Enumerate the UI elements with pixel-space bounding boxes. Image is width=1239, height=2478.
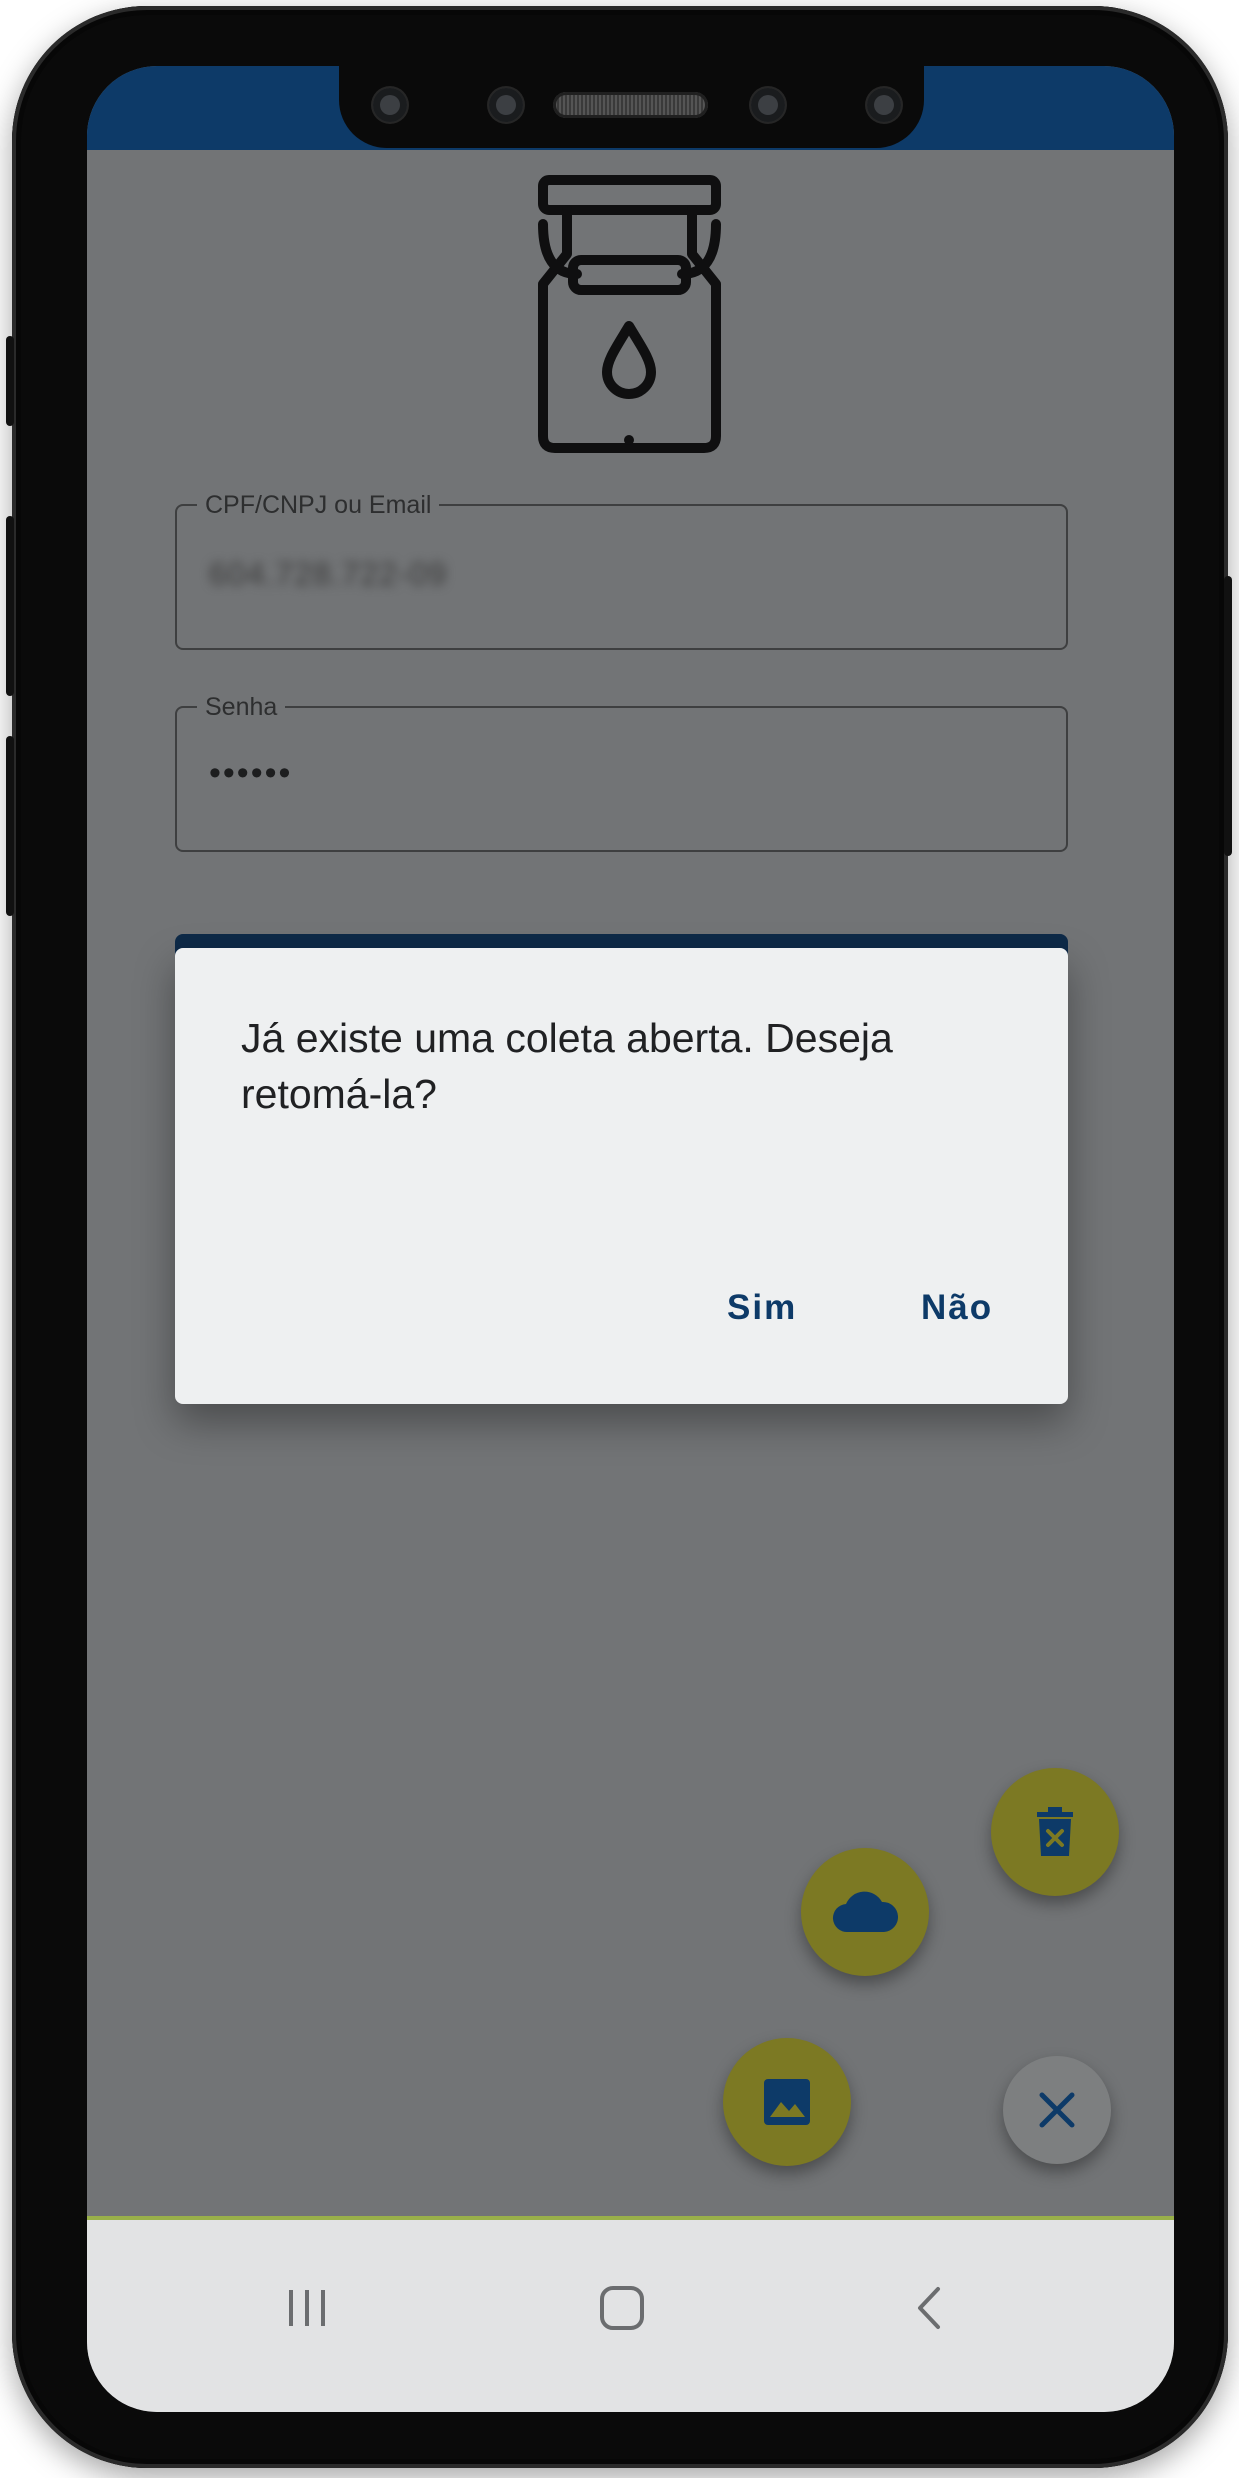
resume-collection-dialog: Já existe uma coleta aberta. Deseja reto…: [175, 948, 1068, 1404]
yes-button[interactable]: Sim: [727, 1288, 797, 1328]
cpf-email-label: CPF/CNPJ ou Email: [197, 490, 440, 520]
password-value: ••••••: [209, 754, 293, 792]
delete-fab[interactable]: [991, 1768, 1119, 1896]
cpf-email-field[interactable]: CPF/CNPJ ou Email 604.728.722-09: [175, 490, 1068, 650]
front-camera-icon: [751, 88, 785, 122]
cpf-email-value: 604.728.722-09: [209, 556, 448, 592]
phone-power-button: [1224, 576, 1232, 856]
cloud-icon: [832, 1891, 898, 1933]
earpiece-speaker: [553, 92, 708, 118]
delete-icon: [1037, 1807, 1073, 1856]
close-fab[interactable]: [1003, 2056, 1111, 2164]
password-field[interactable]: Senha ••••••: [175, 692, 1068, 852]
sensor-icon: [867, 88, 901, 122]
sensor-icon: [489, 88, 523, 122]
home-icon: [600, 2286, 644, 2330]
back-icon: [918, 2287, 940, 2329]
home-button[interactable]: [592, 2278, 652, 2338]
image-icon: [764, 2079, 810, 2125]
back-button[interactable]: [899, 2278, 959, 2338]
password-label: Senha: [197, 692, 286, 722]
recent-apps-icon: [289, 2290, 325, 2326]
phone-side-button: [6, 516, 14, 696]
phone-notch: [339, 66, 924, 148]
dialog-message: Já existe uma coleta aberta. Deseja reto…: [241, 1015, 893, 1117]
system-navigation-bar: [87, 2220, 1174, 2412]
image-fab[interactable]: [723, 2038, 851, 2166]
app-screen: CPF/CNPJ ou Email 604.728.722-09 Senha •…: [87, 66, 1174, 2412]
phone-frame: CPF/CNPJ ou Email 604.728.722-09 Senha •…: [6, 6, 1232, 2468]
recent-apps-button[interactable]: [277, 2278, 337, 2338]
sensor-icon: [373, 88, 407, 122]
no-button[interactable]: Não: [921, 1288, 993, 1328]
phone-side-button: [6, 736, 14, 916]
close-icon: [1039, 2092, 1075, 2128]
phone-side-button: [6, 336, 14, 426]
cloud-fab[interactable]: [801, 1848, 929, 1976]
milk-can-icon: [538, 175, 721, 453]
